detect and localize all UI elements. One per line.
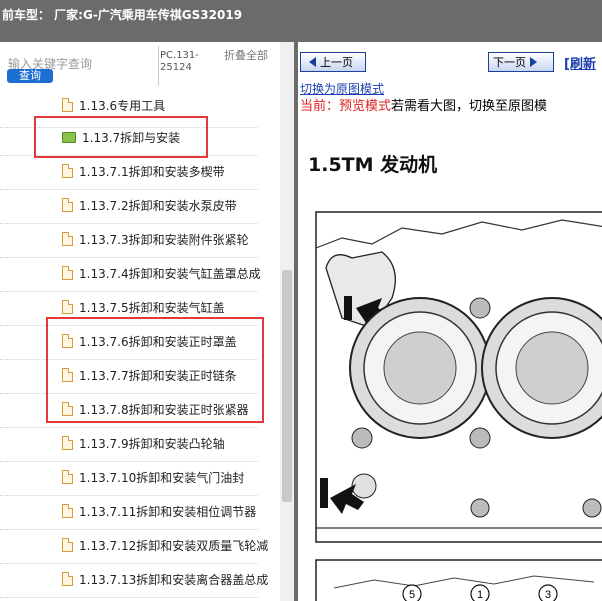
tree-item-label: 1.13.7.1拆卸和安装多楔带 — [79, 164, 225, 179]
file-icon — [62, 470, 73, 484]
refresh-link[interactable]: [刷新 — [564, 53, 596, 72]
tree-item[interactable]: 1.13.7.4拆卸和安装气缸盖罩总成 — [62, 262, 261, 284]
tree-item[interactable]: 1.13.7.11拆卸和安装相位调节器 — [62, 500, 256, 522]
callout-5: 5 — [409, 589, 415, 601]
mode-prefix: 当前：预览模式 — [300, 99, 392, 114]
tree-item-label: 1.13.7.11拆卸和安装相位调节器 — [79, 504, 257, 519]
tree-item-label: 1.13.7.5拆卸和安装气缸盖 — [79, 300, 225, 315]
file-icon — [62, 436, 73, 450]
tree-divider — [0, 427, 258, 428]
arrow-left-icon — [309, 57, 316, 67]
file-icon — [62, 538, 73, 552]
tree-divider — [0, 563, 258, 564]
tree-divider — [0, 597, 258, 598]
highlight-box-timing — [46, 317, 264, 423]
prev-page-button[interactable]: 上一页 — [300, 52, 366, 72]
tree-item-label: 1.13.7.10拆卸和安装气门油封 — [79, 470, 245, 485]
file-icon — [62, 572, 73, 586]
file-icon — [62, 300, 73, 314]
tree-divider — [0, 461, 258, 462]
highlight-box-folder — [34, 116, 208, 158]
tree-item[interactable]: 1.13.7.3拆卸和安装附件张紧轮 — [62, 228, 249, 250]
search-divider — [158, 46, 159, 86]
tree-divider — [0, 291, 258, 292]
file-icon — [62, 98, 73, 112]
tree-item[interactable]: 1.13.7.1拆卸和安装多楔带 — [62, 160, 225, 182]
left-panel: 输入关键字查询 查询 PC.131-25124 折叠全部 1.13.6专用工具 … — [0, 42, 294, 601]
query-button[interactable]: 查询 — [7, 69, 53, 83]
tree-divider — [0, 495, 258, 496]
file-icon — [62, 164, 73, 178]
tree-item[interactable]: 1.13.7.10拆卸和安装气门油封 — [62, 466, 244, 488]
tree-item-label: 1.13.7.9拆卸和安装凸轮轴 — [79, 436, 225, 451]
tree-item[interactable]: 1.13.7.12拆卸和安装双质量飞轮减 — [62, 534, 268, 556]
scrollbar-thumb[interactable] — [282, 270, 292, 502]
tree-item-label: 1.13.7.13拆卸和安装离合器盖总成 — [79, 572, 269, 587]
parts-diagram: 5 1 3 — [315, 559, 602, 601]
tree-item-label: 1.13.7.12拆卸和安装双质量飞轮减 — [79, 538, 269, 553]
tree-item-label: 1.13.6专用工具 — [79, 98, 166, 113]
tree-item-label: 1.13.7.4拆卸和安装气缸盖罩总成 — [79, 266, 261, 281]
file-icon — [62, 232, 73, 246]
document-viewer: 上一页 下一页 [刷新 切换为原图模式 当前：预览模式若需看大图，切换至原图模 … — [298, 42, 602, 601]
arrow-right-icon — [530, 57, 537, 67]
tree-divider — [0, 529, 258, 530]
window-title-bar: 前车型： 厂家:G-广汽乘用车传祺GS32019 — [0, 0, 602, 42]
tree-divider — [0, 257, 258, 258]
next-page-button[interactable]: 下一页 — [488, 52, 554, 72]
tree-divider — [0, 223, 258, 224]
next-page-label: 下一页 — [493, 56, 526, 69]
tree-item[interactable]: 1.13.6专用工具 — [62, 94, 165, 116]
file-icon — [62, 504, 73, 518]
search-bar: 输入关键字查询 查询 PC.131-25124 折叠全部 — [0, 42, 280, 92]
document-title: 1.5TM 发动机 — [308, 154, 438, 176]
tree-item-label: 1.13.7.2拆卸和安装水泵皮带 — [79, 198, 237, 213]
page-nav-bar: 上一页 下一页 [刷新 — [298, 52, 602, 74]
document-code: PC.131-25124 — [160, 50, 199, 73]
tree-item-label: 1.13.7.3拆卸和安装附件张紧轮 — [79, 232, 249, 247]
callout-3: 3 — [545, 589, 551, 601]
window-title: 前车型： 厂家:G-广汽乘用车传祺GS32019 — [2, 8, 243, 22]
collapse-all-button[interactable]: 折叠全部 — [224, 50, 268, 62]
mode-status: 当前：预览模式若需看大图，切换至原图模 — [300, 95, 547, 114]
tree-divider — [0, 189, 258, 190]
tree-item[interactable]: 1.13.7.13拆卸和安装离合器盖总成 — [62, 568, 268, 590]
prev-page-label: 上一页 — [320, 56, 353, 69]
tree-scrollbar[interactable] — [280, 42, 294, 601]
tree-item[interactable]: 1.13.7.5拆卸和安装气缸盖 — [62, 296, 225, 318]
tree-item[interactable]: 1.13.7.2拆卸和安装水泵皮带 — [62, 194, 237, 216]
mode-suffix: 若需看大图，切换至原图模 — [391, 99, 548, 114]
tree-item[interactable]: 1.13.7.9拆卸和安装凸轮轴 — [62, 432, 225, 454]
file-icon — [62, 198, 73, 212]
file-icon — [62, 266, 73, 280]
engine-diagram — [315, 211, 602, 543]
callout-1: 1 — [477, 589, 483, 601]
